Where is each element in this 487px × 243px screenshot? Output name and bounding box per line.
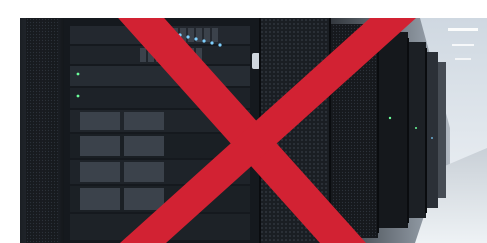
- ceiling-light: [455, 58, 471, 60]
- photo-canvas: [20, 18, 487, 243]
- rack-door-mesh: [26, 18, 58, 243]
- rack-handle: [252, 53, 260, 69]
- ceiling-light: [452, 44, 474, 46]
- server-rack: [438, 62, 446, 198]
- server-rack: [378, 32, 408, 228]
- server-rack: [408, 42, 426, 218]
- ceiling-light: [448, 28, 478, 31]
- server-rack: [426, 52, 438, 208]
- datacenter-photo: [20, 18, 487, 243]
- image-frame: [0, 0, 487, 243]
